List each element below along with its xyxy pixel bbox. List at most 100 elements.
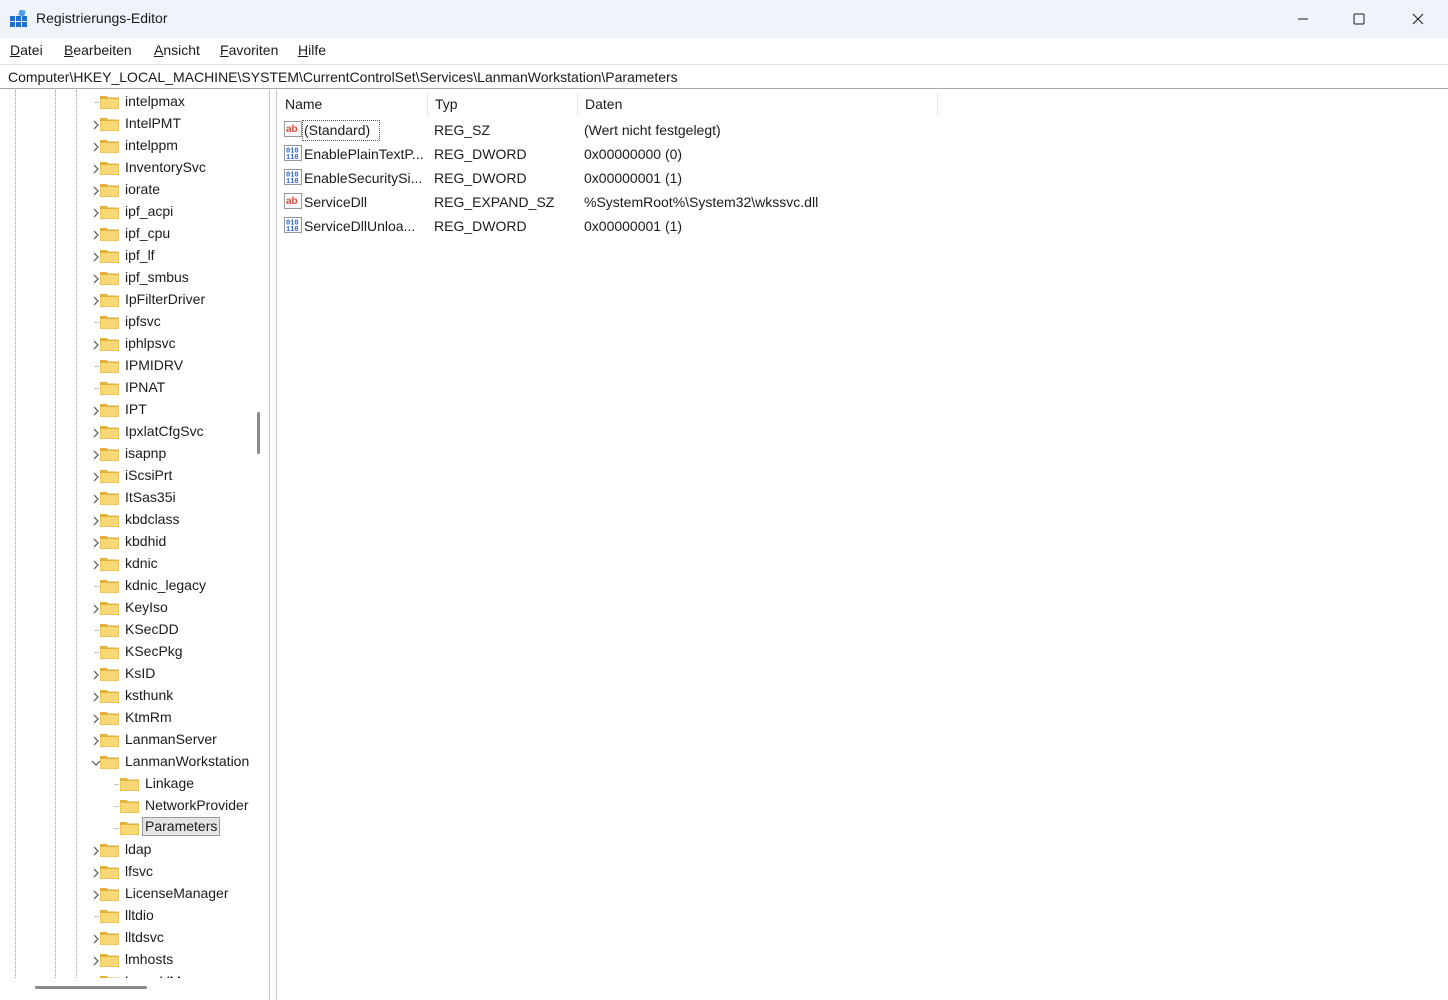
tree-item-licensemanager[interactable]: LicenseManager [90, 883, 250, 905]
folder-icon [100, 469, 119, 483]
tree-item-lltdio[interactable]: lltdio [90, 905, 250, 927]
tree-item-inventorysvc[interactable]: InventorySvc [90, 157, 250, 179]
column-header-type[interactable]: Typ [427, 90, 577, 116]
address-bar[interactable]: Computer\HKEY_LOCAL_MACHINE\SYSTEM\Curre… [0, 64, 1448, 89]
tree-item-label: kdnic_legacy [125, 577, 206, 593]
value-name: ServiceDll [304, 194, 368, 210]
tree-item-ipf-lf[interactable]: ipf_lf [90, 245, 250, 267]
value-name: EnableSecuritySi... [304, 170, 423, 186]
tree-item-lanmanserver[interactable]: LanmanServer [90, 729, 250, 751]
value-row[interactable]: ab ServiceDll REG_EXPAND_SZ %SystemRoot%\Sy… [277, 190, 977, 214]
menu-datei[interactable]: Datei [10, 42, 43, 58]
tree-item-kdnic[interactable]: kdnic [90, 553, 250, 575]
folder-icon [120, 799, 139, 813]
value-row[interactable]: ab (Standard) REG_SZ (Wert nicht festgelegt… [277, 118, 977, 142]
value-name: EnablePlainTextP... [304, 146, 424, 162]
menu-bearbeiten[interactable]: Bearbeiten [64, 42, 132, 58]
tree-view[interactable]: intelpmax IntelPMT intelppm InventorySvc ior… [0, 90, 250, 978]
tree-item-isapnp[interactable]: isapnp [90, 443, 250, 465]
tree-vertical-scrollbar[interactable] [257, 412, 260, 454]
tree-item-ksecpkg[interactable]: KSecPkg [90, 641, 250, 663]
tree-item-ldap[interactable]: ldap [90, 839, 250, 861]
tree-item-intelpmt[interactable]: IntelPMT [90, 113, 250, 135]
value-row[interactable]: 010 110 ServiceDllUnloa... REG_DWORD 0x00000… [277, 214, 977, 238]
tree-item-ipnat[interactable]: IPNAT [90, 377, 250, 399]
tree-item-label: IpFilterDriver [125, 291, 206, 307]
folder-icon [100, 205, 119, 219]
tree-item-kbdclass[interactable]: kbdclass [90, 509, 250, 531]
tree-item-ipf-acpi[interactable]: ipf_acpi [90, 201, 250, 223]
svg-text:110: 110 [286, 226, 299, 234]
tree-item-label: lfsvc [125, 863, 153, 879]
column-header-data[interactable]: Daten [577, 90, 937, 116]
tree-item-intelppm[interactable]: intelppm [90, 135, 250, 157]
tree-item-label: ipf_smbus [125, 269, 189, 285]
value-name: (Standard) [304, 122, 371, 138]
tree-item-ipxlatcfgsvc[interactable]: IpxlatCfgSvc [90, 421, 250, 443]
tree-item-iorate[interactable]: iorate [90, 179, 250, 201]
folder-icon [100, 931, 119, 945]
tree-item-networkprovider[interactable]: NetworkProvider [110, 795, 250, 817]
window-title: Registrierungs-Editor [36, 10, 168, 26]
value-type: REG_SZ [434, 122, 491, 138]
tree-item-label: lmhosts [125, 951, 174, 967]
folder-icon [120, 777, 139, 791]
minimize-button[interactable] [1274, 0, 1332, 38]
tree-item-ipmidrv[interactable]: IPMIDRV [90, 355, 250, 377]
tree-horizontal-scrollbar[interactable] [35, 986, 147, 989]
value-row[interactable]: 010 110 EnableSecuritySi... REG_DWORD 0x0000… [277, 166, 977, 190]
tree-item-ipt[interactable]: IPT [90, 399, 250, 421]
folder-icon [100, 733, 119, 747]
tree-item-itsas35i[interactable]: ItSas35i [90, 487, 250, 509]
tree-item-lfsvc[interactable]: lfsvc [90, 861, 250, 883]
tree-item-label: intelppm [125, 137, 178, 153]
tree-item-ktmrm[interactable]: KtmRm [90, 707, 250, 729]
minimize-icon [1298, 18, 1308, 20]
maximize-button[interactable] [1330, 0, 1388, 38]
tree-item-keyiso[interactable]: KeyIso [90, 597, 250, 619]
tree-pane[interactable]: intelpmax IntelPMT intelppm InventorySvc ior… [0, 90, 270, 1000]
menu-ansicht[interactable]: Ansicht [154, 42, 200, 58]
tree-item-kdnic-legacy[interactable]: kdnic_legacy [90, 575, 250, 597]
column-header-name[interactable]: Name [277, 90, 427, 116]
tree-item-ksid[interactable]: KsID [90, 663, 250, 685]
column-separator[interactable] [937, 92, 938, 116]
menu-favoriten[interactable]: Favoriten [220, 42, 278, 58]
tree-item-label: NetworkProvider [145, 797, 249, 813]
tree-item-ipf-cpu[interactable]: ipf_cpu [90, 223, 250, 245]
value-row[interactable]: 010 110 EnablePlainTextP... REG_DWORD 0x0000… [277, 142, 977, 166]
tree-item-label: iScsiPrt [125, 467, 173, 483]
tree-item-ipfilterdriver[interactable]: IpFilterDriver [90, 289, 250, 311]
string-value-icon: ab [283, 120, 303, 138]
menu-bar: Datei Bearbeiten Ansicht Favoriten Hilfe [0, 38, 1448, 64]
tree-item-intelpmax[interactable]: intelpmax [90, 91, 250, 113]
tree-item-ksthunk[interactable]: ksthunk [90, 685, 250, 707]
tree-item-label: Linkage [145, 775, 195, 791]
tree-item-iscsiprt[interactable]: iScsiPrt [90, 465, 250, 487]
tree-item-ksecdd[interactable]: KSecDD [90, 619, 250, 641]
tree-item-lmhosts[interactable]: lmhosts [90, 949, 250, 971]
tree-item-label: LanmanWorkstation [125, 753, 250, 769]
tree-item-lmanvm[interactable]: LmanVM [90, 971, 250, 978]
tree-item-ipf-smbus[interactable]: ipf_smbus [90, 267, 250, 289]
address-path[interactable]: Computer\HKEY_LOCAL_MACHINE\SYSTEM\Curre… [8, 69, 678, 85]
value-data: %SystemRoot%\System32\wkssvc.dll [584, 194, 819, 210]
string-value-icon: ab [283, 192, 303, 210]
tree-item-label: ipfsvc [125, 313, 161, 329]
menu-hilfe[interactable]: Hilfe [298, 42, 326, 58]
title-bar: Registrierungs-Editor [0, 0, 1448, 38]
tree-item-lltdsvc[interactable]: lltdsvc [90, 927, 250, 949]
binary-value-icon: 010 110 [283, 216, 303, 234]
tree-item-iphlpsvc[interactable]: iphlpsvc [90, 333, 250, 355]
values-pane[interactable]: Name Typ Daten ab (Standard) REG_SZ (Wert n… [276, 90, 1448, 1000]
tree-item-label: IntelPMT [125, 115, 182, 131]
tree-item-label: KeyIso [125, 599, 168, 615]
tree-item-lanmanworkstation[interactable]: LanmanWorkstation [90, 751, 250, 773]
close-button[interactable] [1389, 0, 1447, 38]
tree-item-parameters[interactable]: Parameters [110, 817, 250, 839]
value-data: (Wert nicht festgelegt) [584, 122, 721, 138]
tree-item-linkage[interactable]: Linkage [110, 773, 250, 795]
folder-icon [100, 975, 119, 978]
tree-item-ipfsvc[interactable]: ipfsvc [90, 311, 250, 333]
tree-item-kbdhid[interactable]: kbdhid [90, 531, 250, 553]
